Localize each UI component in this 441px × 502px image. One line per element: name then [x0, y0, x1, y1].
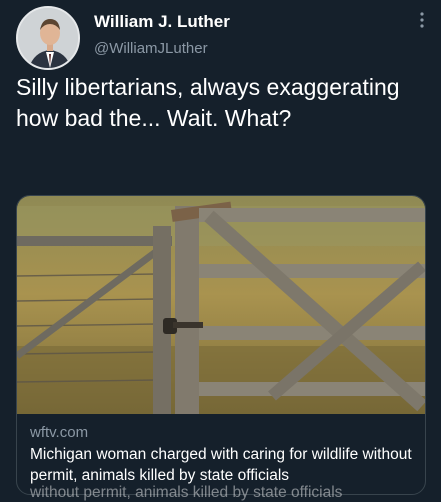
tweet-text: Silly libertarians, always exaggerating …: [16, 74, 400, 131]
link-card[interactable]: wftv.com Michigan woman charged with car…: [16, 195, 426, 495]
avatar-photo: [18, 8, 78, 68]
more-options-button[interactable]: [417, 6, 427, 34]
card-title[interactable]: Michigan woman charged with caring for w…: [30, 444, 422, 486]
avatar[interactable]: [16, 6, 80, 70]
author-name[interactable]: William J. Luther: [94, 12, 230, 32]
more-vertical-icon: [420, 12, 424, 28]
card-title-ghost: without permit, animals killed by state …: [30, 484, 343, 501]
card-domain[interactable]: wftv.com: [30, 424, 88, 441]
card-image: [17, 196, 425, 414]
author-handle[interactable]: @WilliamJLuther: [94, 40, 208, 57]
